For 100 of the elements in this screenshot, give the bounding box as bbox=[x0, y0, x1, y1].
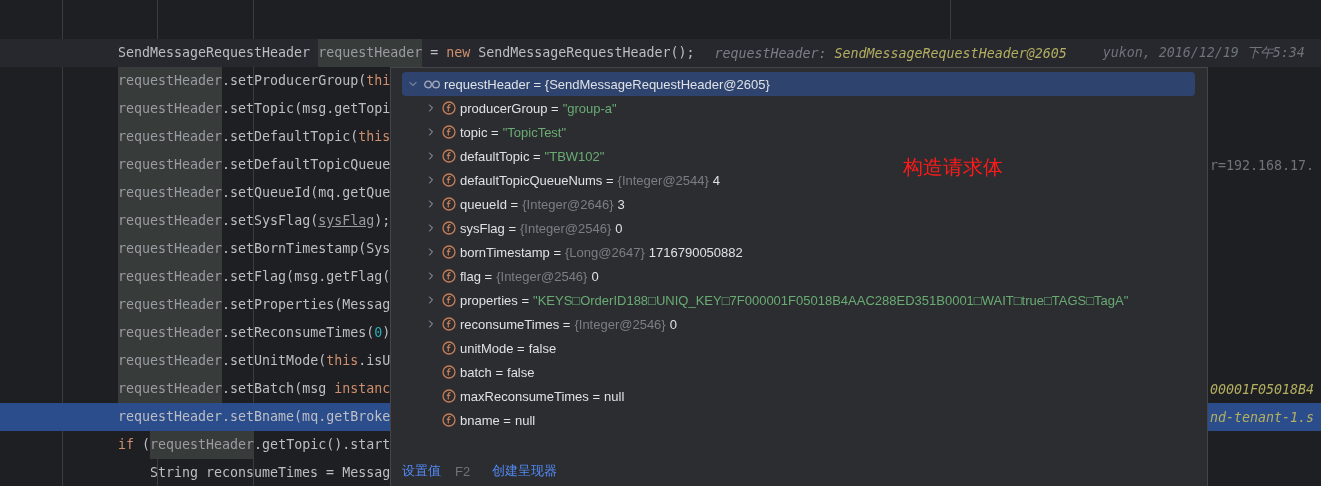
code-text: .setDefaultTopic( bbox=[222, 128, 359, 146]
field-name: maxReconsumeTimes = bbox=[460, 388, 601, 404]
code-text: SendMessageRequestHeader(); bbox=[477, 44, 695, 62]
code-text: .setFlag(msg.getFlag( bbox=[222, 268, 391, 286]
blame-annotation: yukon, 2016/12/19 下午5:34 bbox=[1102, 44, 1305, 62]
field-name: unitMode = bbox=[460, 340, 525, 356]
field-value: null bbox=[604, 388, 625, 404]
field-icon bbox=[442, 221, 456, 235]
code-text: .setReconsumeTimes( bbox=[222, 324, 375, 342]
field-type: {Integer@2544} bbox=[617, 172, 709, 188]
action-link[interactable]: 创建呈现器 bbox=[492, 462, 558, 480]
field-name: producerGroup = bbox=[460, 100, 559, 116]
variable-label: requestHeader = {SendMessageRequestHeader@2605} bbox=[444, 76, 770, 92]
field-icon bbox=[442, 197, 456, 211]
inline-value: r=192.168.17. bbox=[1210, 157, 1315, 173]
field-icon bbox=[442, 269, 456, 283]
code-text: requestHeader bbox=[118, 179, 223, 207]
field-type: {Integer@2546} bbox=[520, 220, 612, 236]
code-text: ( bbox=[141, 436, 151, 454]
code-text: requestHeader.setBname(mq.getBroke bbox=[118, 408, 391, 426]
field-type: {Integer@2546} bbox=[496, 268, 588, 284]
field-name: defaultTopic = bbox=[460, 148, 541, 164]
field-name: bornTimestamp = bbox=[460, 244, 562, 260]
field-icon bbox=[442, 293, 456, 307]
code-text: ); bbox=[374, 212, 391, 230]
code-text: requestHeader bbox=[118, 291, 223, 319]
field-name: queueId = bbox=[460, 196, 519, 212]
action-link[interactable]: 设置值 bbox=[402, 462, 441, 480]
code-text: .isU bbox=[358, 352, 391, 370]
code-text: requestHeader bbox=[118, 95, 223, 123]
code-text: SendMessageRequestHeader bbox=[118, 44, 312, 62]
field-value: "group-a" bbox=[562, 100, 617, 116]
field-name: defaultTopicQueueNums = bbox=[460, 172, 614, 188]
field-value: 0 bbox=[591, 268, 599, 284]
code-text: = bbox=[429, 44, 440, 62]
code-text: requestHeader bbox=[118, 263, 223, 291]
field-name: properties = bbox=[460, 292, 529, 308]
code-text: requestHeader bbox=[118, 207, 223, 235]
field-value: false bbox=[528, 340, 557, 356]
field-type: {Integer@2546} bbox=[574, 316, 666, 332]
field-value: 0 bbox=[669, 316, 677, 332]
code-text: requestHeader bbox=[118, 151, 223, 179]
field-icon bbox=[442, 317, 456, 331]
field-value: 3 bbox=[617, 196, 625, 212]
keyword: new bbox=[446, 44, 471, 62]
field-type: {Long@2647} bbox=[565, 244, 645, 260]
code-text: .setUnitMode( bbox=[222, 352, 327, 370]
field-icon bbox=[442, 125, 456, 139]
field-name: batch = bbox=[460, 364, 503, 380]
field-icon bbox=[442, 101, 456, 115]
inline-value: 00001F05018B4 bbox=[1210, 381, 1315, 397]
code-text: requestHeader bbox=[150, 431, 255, 459]
code-text: requestHeader bbox=[318, 39, 423, 67]
code-text: .setProducerGroup( bbox=[222, 72, 367, 90]
code-text: .getTopic().start bbox=[254, 436, 391, 454]
field-value: 4 bbox=[712, 172, 721, 188]
code-text: .setSysFlag( bbox=[222, 212, 319, 230]
field-name: bname = bbox=[460, 412, 511, 428]
field-value: false bbox=[507, 364, 535, 380]
tree-root-row[interactable]: requestHeader = {SendMessageRequestHeader@2605} bbox=[402, 72, 1195, 96]
keyword: thi bbox=[366, 72, 391, 90]
field-name: flag = bbox=[460, 268, 493, 284]
inlay-hint: requestHeader: SendMessageRequestHeader@2605 bbox=[714, 45, 1067, 61]
code-text: .setTopic(msg.getTopi bbox=[222, 100, 391, 118]
code-text: .setQueueId(mq.getQue bbox=[222, 184, 391, 202]
code-text: .setBatch(msg bbox=[222, 380, 328, 398]
code-text: .setDefaultTopicQueue bbox=[222, 156, 391, 174]
code-text: requestHeader bbox=[118, 235, 223, 263]
field-value: null bbox=[514, 412, 536, 428]
field-name: topic = bbox=[460, 124, 499, 140]
code-text: requestHeader bbox=[118, 375, 223, 403]
field-value: "KEYS□OrderID188□UNIQ_KEY□7F000001F05018B4AAC288ED351B0001□WAIT□true□TAGS□TagA" bbox=[533, 292, 1129, 308]
field-icon bbox=[442, 149, 456, 163]
field-icon bbox=[442, 245, 456, 259]
code-text: requestHeader bbox=[118, 67, 223, 95]
field-value: 1716790050882 bbox=[648, 244, 743, 260]
inline-value: nd-tenant-1.s bbox=[1210, 409, 1315, 425]
glasses-icon bbox=[424, 79, 440, 89]
field-name: sysFlag = bbox=[460, 220, 516, 236]
keyword: instanc bbox=[334, 380, 391, 398]
code-text: 0 bbox=[374, 324, 383, 342]
code-text: ) bbox=[382, 324, 391, 342]
field-value: 0 bbox=[615, 220, 623, 236]
field-icon bbox=[442, 173, 456, 187]
code-text: .setProperties(Messag bbox=[222, 296, 391, 314]
keyword: if bbox=[118, 436, 134, 454]
shortcut-hint: F2 bbox=[455, 463, 471, 479]
code-text: requestHeader bbox=[118, 347, 223, 375]
field-value: "TBW102" bbox=[544, 148, 605, 164]
field-icon bbox=[442, 389, 456, 403]
code-text: String reconsumeTimes = Messag bbox=[150, 464, 391, 482]
field-icon bbox=[442, 341, 456, 355]
field-icon bbox=[442, 413, 456, 427]
code-text: requestHeader bbox=[118, 123, 223, 151]
keyword: this bbox=[326, 352, 359, 370]
field-value: "TopicTest" bbox=[502, 124, 567, 140]
field-icon bbox=[442, 365, 456, 379]
field-type: {Integer@2646} bbox=[522, 196, 614, 212]
field-name: reconsumeTimes = bbox=[460, 316, 571, 332]
code-text: .setBornTimestamp(Sys bbox=[222, 240, 391, 258]
